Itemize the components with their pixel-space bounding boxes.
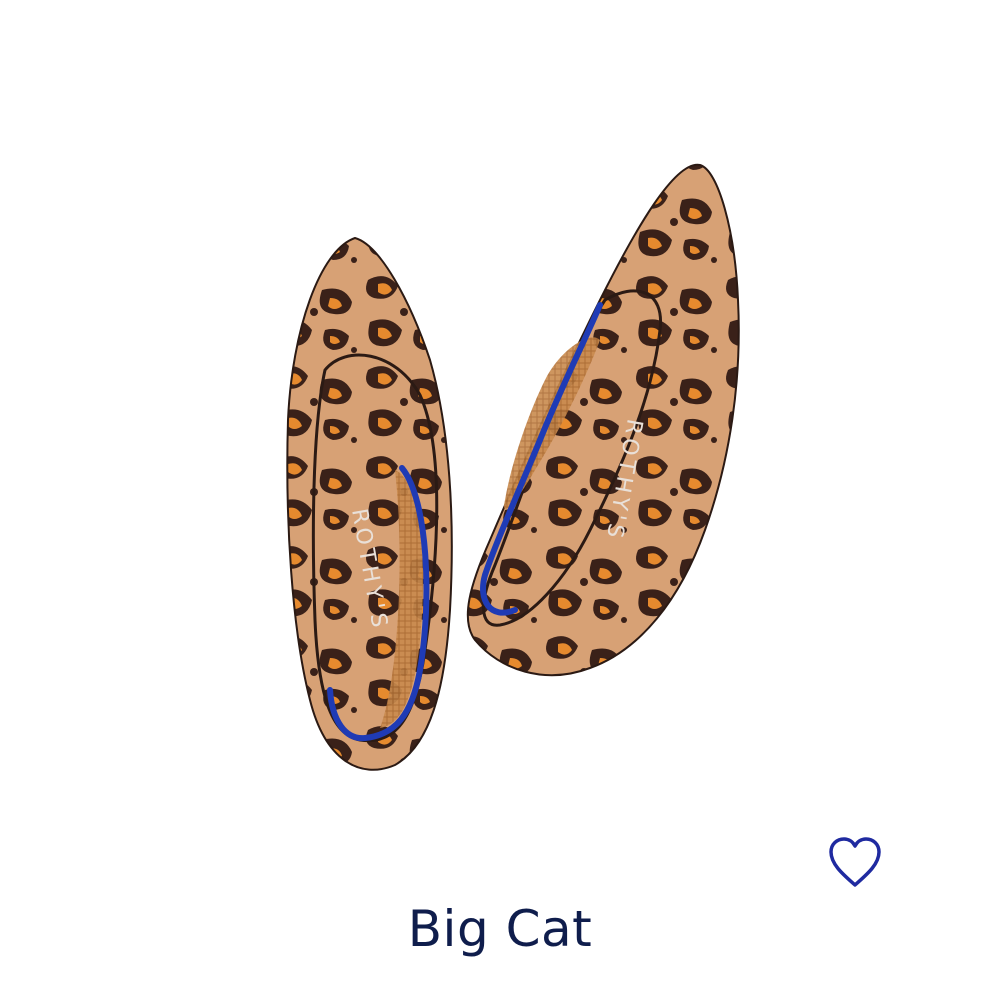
left-shoe: ROTHY'S	[286, 236, 453, 771]
heart-outline-icon	[829, 837, 881, 887]
product-image[interactable]: ROTHY'S ROTHY'S	[0, 0, 1000, 860]
wishlist-button[interactable]	[820, 828, 890, 898]
product-card[interactable]: ROTHY'S ROTHY'S Big Cat	[0, 0, 1000, 1000]
product-name[interactable]: Big Cat	[0, 900, 1000, 958]
shoes-illustration: ROTHY'S ROTHY'S	[286, 163, 740, 771]
right-shoe: ROTHY'S	[466, 163, 740, 677]
